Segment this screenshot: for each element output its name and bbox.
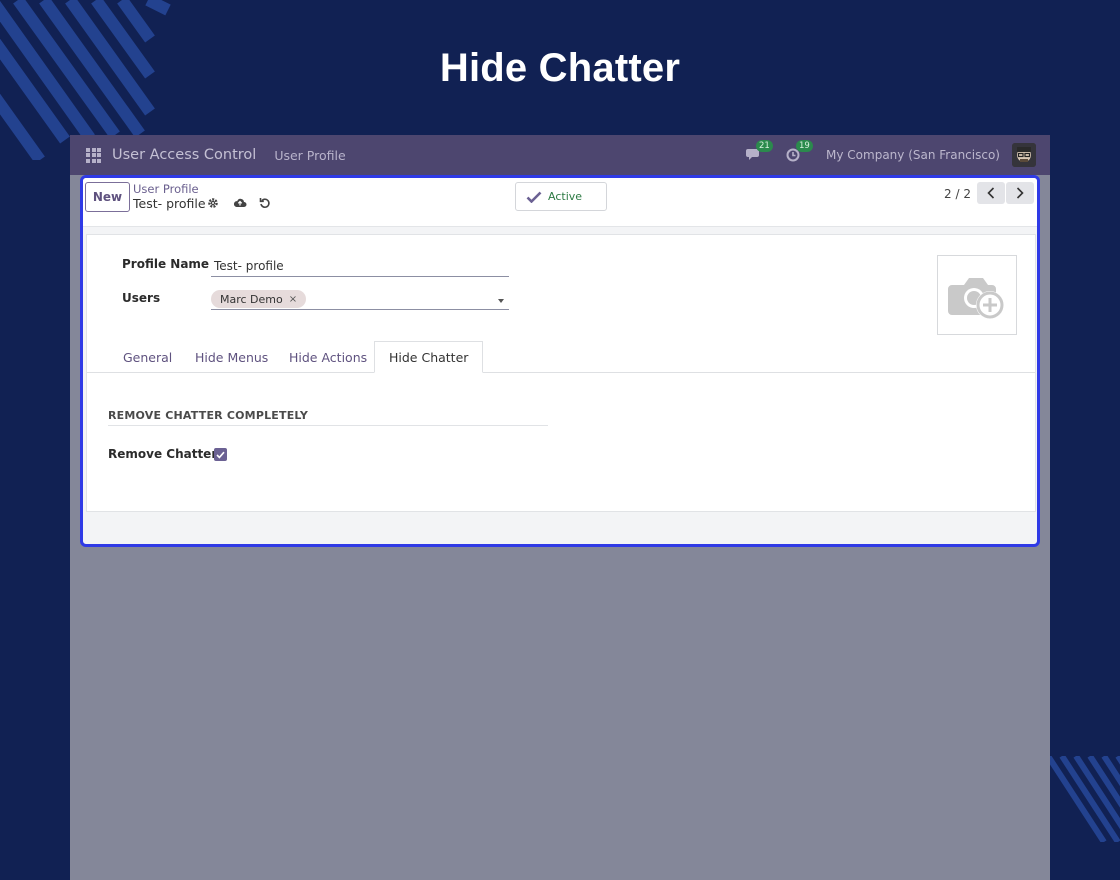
messages-count-badge: 21 [756, 140, 773, 152]
user-avatar[interactable] [1012, 143, 1036, 167]
cloud-save-icon[interactable] [233, 196, 247, 210]
profile-name-label: Profile Name [122, 257, 210, 271]
tab-hide-chatter[interactable]: Hide Chatter [374, 341, 484, 373]
profile-name-input[interactable]: Test- profile [214, 259, 284, 273]
active-status-button[interactable]: Active [515, 182, 607, 211]
company-switcher[interactable]: My Company (San Francisco) [826, 148, 1000, 162]
profile-name-underline [211, 276, 509, 277]
pager-value: 2 / 2 [944, 187, 971, 201]
section-title: REMOVE CHATTER COMPLETELY [108, 409, 309, 422]
apps-menu-icon[interactable] [86, 147, 101, 163]
decorative-stripes-bottom [1048, 756, 1120, 842]
discard-undo-icon[interactable] [258, 196, 272, 210]
tag-remove-icon[interactable]: × [289, 294, 297, 305]
checkmark-icon [526, 191, 542, 203]
nav-menu-user-profile[interactable]: User Profile [274, 148, 345, 163]
pager-next-button[interactable] [1006, 182, 1034, 204]
app-screenshot: User Access Control User Profile 21 19 M… [70, 135, 1050, 880]
banner-title: Hide Chatter [439, 46, 681, 90]
nav-app-name[interactable]: User Access Control [112, 147, 256, 163]
new-button[interactable]: New [85, 182, 130, 212]
tab-general[interactable]: General [109, 341, 186, 373]
users-field-underline[interactable] [211, 309, 509, 310]
chevron-right-icon [1016, 187, 1024, 199]
status-label: Active [548, 190, 583, 203]
users-label: Users [122, 291, 161, 305]
tab-hide-menus[interactable]: Hide Menus [181, 341, 282, 373]
gear-icon[interactable] [206, 196, 220, 210]
section-divider [108, 425, 548, 426]
chevron-left-icon [987, 187, 995, 199]
user-tag-marc-demo: Marc Demo × [211, 290, 307, 308]
remove-chatter-label: Remove Chatter [108, 447, 218, 461]
tab-hide-actions[interactable]: Hide Actions [275, 341, 381, 373]
user-tag-label: Marc Demo [220, 292, 283, 306]
pager-previous-button[interactable] [977, 182, 1005, 204]
form-view-highlighted: New User Profile Test- profile Active 2 … [80, 175, 1040, 547]
activities-count-badge: 19 [796, 140, 813, 152]
form-sheet: Profile Name Test- profile Users Marc De… [86, 234, 1036, 512]
camera-plus-icon [948, 278, 1004, 319]
breadcrumb-current: Test- profile [133, 196, 206, 211]
profile-image-upload[interactable] [937, 255, 1017, 335]
top-navbar: User Access Control User Profile 21 19 M… [70, 135, 1050, 175]
breadcrumb-parent-link[interactable]: User Profile [133, 182, 199, 196]
messages-button[interactable]: 21 [746, 140, 773, 164]
activities-button[interactable]: 19 [786, 140, 813, 164]
checkbox-check-icon [216, 451, 225, 459]
users-dropdown-caret-icon[interactable] [498, 299, 504, 303]
control-panel: New User Profile Test- profile Active 2 … [83, 178, 1037, 227]
remove-chatter-checkbox[interactable] [214, 448, 227, 461]
